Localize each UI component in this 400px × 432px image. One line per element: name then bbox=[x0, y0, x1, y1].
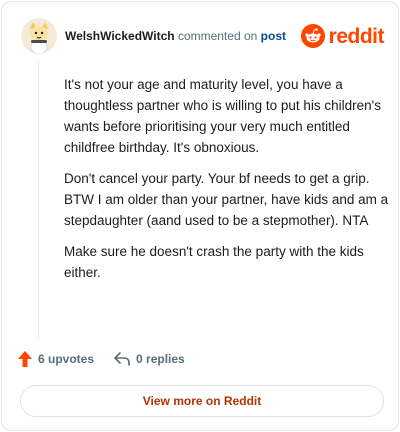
reply-button[interactable]: 0 replies bbox=[114, 352, 185, 366]
reply-arrow-icon bbox=[114, 352, 130, 366]
upvote-count: 6 upvotes bbox=[38, 352, 95, 366]
comment-paragraph: Make sure he doesn't crash the party wit… bbox=[64, 244, 364, 280]
commented-on-text: commented on bbox=[177, 29, 258, 43]
cat-avatar-icon[interactable] bbox=[21, 18, 57, 54]
upvote-button[interactable]: 6 upvotes bbox=[18, 351, 94, 367]
reddit-brand-link[interactable]: reddit bbox=[300, 24, 385, 48]
comment-actions: 6 upvotes 0 replies bbox=[18, 348, 185, 370]
comment-header: WelshWickedWitch commented on post reddi… bbox=[21, 16, 385, 56]
thread-line bbox=[38, 60, 39, 340]
reddit-comment-card: WelshWickedWitch commented on post reddi… bbox=[1, 1, 399, 431]
upvote-arrow-icon bbox=[18, 351, 32, 367]
username-link[interactable]: WelshWickedWitch bbox=[65, 29, 175, 43]
reddit-logo-icon bbox=[300, 24, 325, 48]
comment-body: It's not your age and maturity level, yo… bbox=[64, 74, 390, 293]
author-line: WelshWickedWitch commented on post bbox=[65, 29, 286, 43]
reddit-wordmark: reddit bbox=[328, 24, 385, 48]
reply-count: 0 replies bbox=[136, 352, 185, 366]
view-more-button[interactable]: View more on Reddit bbox=[20, 385, 384, 417]
post-link[interactable]: post bbox=[261, 29, 286, 43]
comment-paragraph: Don't cancel your party. Your bf needs t… bbox=[64, 171, 389, 228]
comment-paragraph: It's not your age and maturity level, yo… bbox=[64, 77, 381, 155]
